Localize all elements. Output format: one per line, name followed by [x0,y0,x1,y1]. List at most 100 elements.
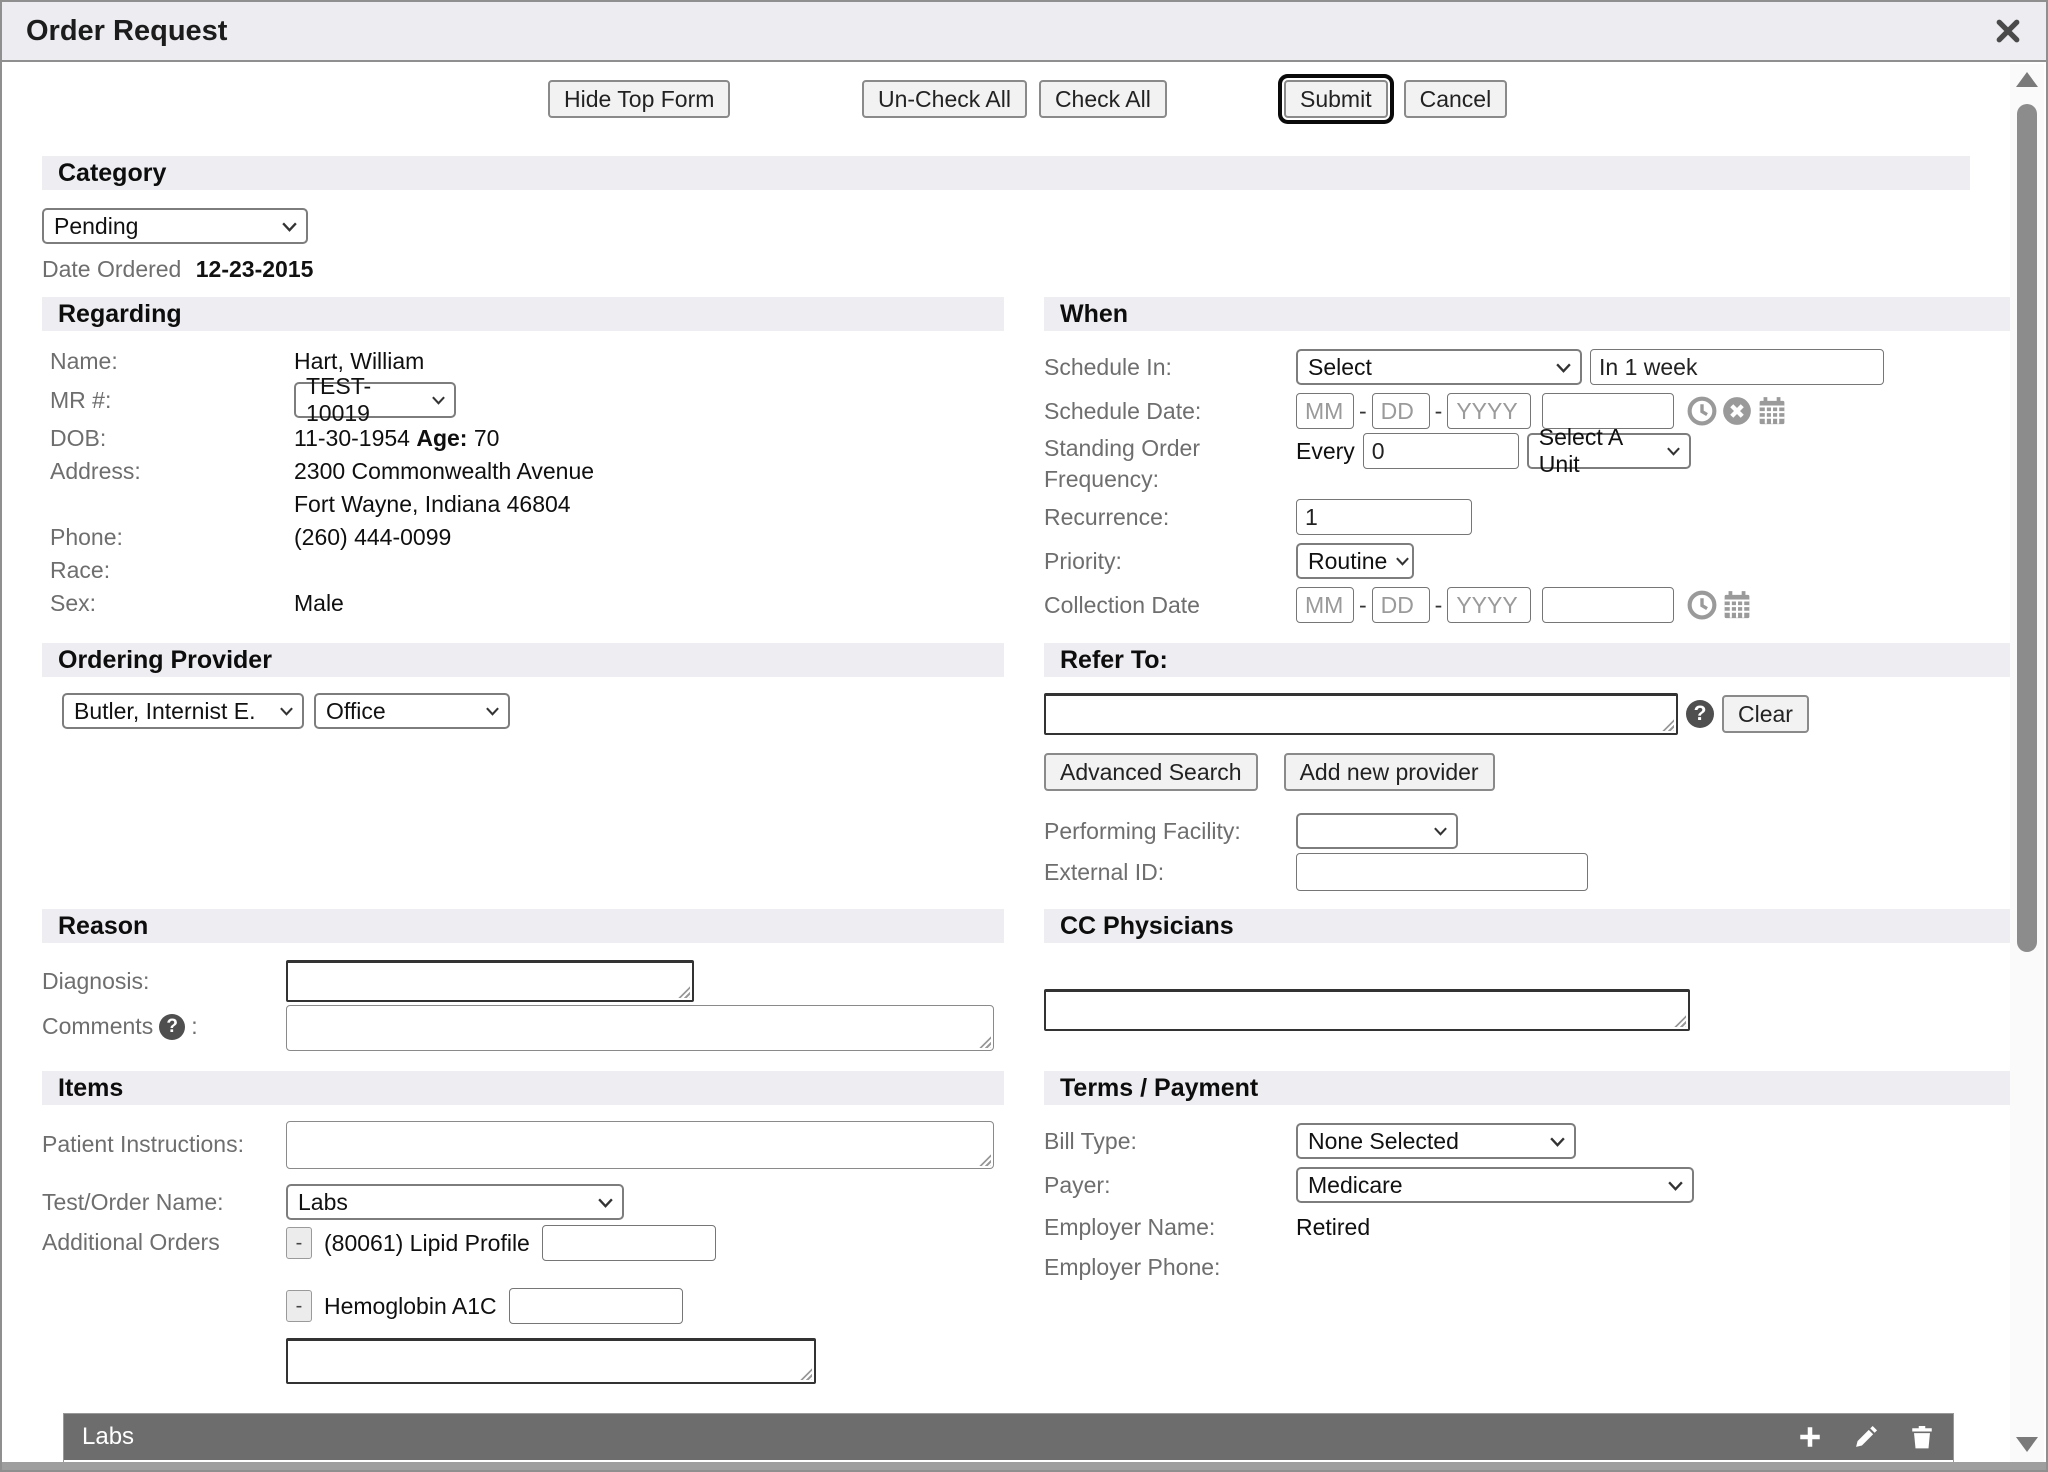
order-qty-input[interactable] [509,1288,683,1324]
hide-top-form-button[interactable]: Hide Top Form [548,80,730,118]
sex-label: Sex: [50,590,294,617]
trash-icon[interactable] [1909,1424,1935,1450]
schedule-in-text-input[interactable] [1590,349,1884,385]
payer-select[interactable]: Medicare [1296,1167,1694,1203]
date-separator: - [1359,592,1367,619]
collection-date-group: - - [1296,587,1752,623]
scroll-up-icon[interactable] [2016,72,2038,87]
refer-to-input[interactable] [1044,693,1678,735]
order-qty-input[interactable] [542,1225,716,1261]
category-select[interactable]: Pending [42,208,308,244]
clock-icon[interactable] [1687,590,1717,620]
pencil-icon[interactable] [1853,1424,1879,1450]
help-icon[interactable]: ? [159,1014,185,1040]
category-section: Category Pending Date Ordered 12-23-2015 [2,156,2010,283]
comments-textarea[interactable] [286,1005,994,1051]
external-id-input[interactable] [1296,853,1588,891]
collection-date-time-input[interactable] [1542,587,1674,623]
every-input[interactable] [1363,433,1519,469]
collection-date-label: Collection Date [1044,592,1296,619]
chevron-down-icon [281,221,298,232]
labs-panel-title: Labs [82,1423,134,1451]
unit-value: Select A Unit [1539,424,1658,478]
name-label: Name: [50,348,294,375]
cancel-button[interactable]: Cancel [1404,80,1508,118]
items-header: Items [42,1071,1004,1105]
chevron-down-icon [597,1197,614,1208]
calendar-icon[interactable] [1722,590,1752,620]
chevron-down-icon [431,395,446,405]
collection-date-mm-input[interactable] [1296,587,1354,623]
scroll-down-icon[interactable] [2016,1437,2038,1452]
schedule-in-select[interactable]: Select [1296,349,1582,385]
check-all-button[interactable]: Check All [1039,80,1167,118]
reason-section: Reason Diagnosis: Comments?: [42,909,1004,1055]
phone-label: Phone: [50,524,294,551]
ordering-provider-select[interactable]: Butler, Internist E. [62,693,304,729]
order-name: Hemoglobin A1C [324,1293,497,1320]
unit-select[interactable]: Select A Unit [1527,433,1691,469]
regarding-header: Regarding [42,297,1004,331]
form-scroll-area: Hide Top Form Un-Check All Check All Sub… [2,64,2010,1462]
priority-label: Priority: [1044,548,1296,575]
sex-value: Male [294,590,344,617]
patient-name: Hart, William [294,348,424,375]
test-order-value: Labs [298,1189,348,1216]
patient-instructions-textarea[interactable] [286,1121,994,1169]
dob-label: DOB: [50,425,294,452]
bill-type-value: None Selected [1308,1128,1459,1155]
calendar-icon[interactable] [1757,396,1787,426]
chevron-down-icon [1395,556,1410,566]
terms-payment-section: Terms / Payment Bill Type: None Selected… [1044,1071,2010,1389]
priority-value: Routine [1308,548,1387,575]
schedule-in-label: Schedule In: [1044,354,1296,381]
clear-date-icon[interactable] [1722,396,1752,426]
mr-number-select[interactable]: TEST-10019 [294,382,456,418]
cc-physicians-input[interactable] [1044,989,1690,1031]
terms-payment-header: Terms / Payment [1044,1071,2010,1105]
payer-label: Payer: [1044,1172,1296,1199]
test-order-select[interactable]: Labs [286,1184,624,1220]
toolbar: Hide Top Form Un-Check All Check All Sub… [2,64,2010,156]
bottom-edge-bar [2,1462,2046,1470]
performing-facility-label: Performing Facility: [1044,818,1296,845]
diagnosis-label: Diagnosis: [42,968,286,995]
diagnosis-input[interactable] [286,960,694,1002]
submit-button[interactable]: Submit [1284,80,1388,118]
clock-icon[interactable] [1687,396,1717,426]
when-header: When [1044,297,2010,331]
clear-button[interactable]: Clear [1722,695,1809,733]
provider-location-select[interactable]: Office [314,693,510,729]
schedule-date-dd-input[interactable] [1372,393,1430,429]
priority-select[interactable]: Routine [1296,543,1414,579]
schedule-date-mm-input[interactable] [1296,393,1354,429]
chevron-down-icon [1666,446,1681,456]
uncheck-all-button[interactable]: Un-Check All [862,80,1027,118]
external-id-label: External ID: [1044,859,1296,886]
collection-date-yyyy-input[interactable] [1447,587,1531,623]
add-item-icon[interactable] [1797,1424,1823,1450]
close-button[interactable] [1994,17,2022,45]
labs-panel: Labs Blood [63,1413,1954,1462]
collection-date-dd-input[interactable] [1372,587,1430,623]
order-request-dialog: Order Request Hide Top Form Un-Check All… [0,0,2048,1472]
help-icon[interactable]: ? [1686,700,1714,728]
advanced-search-button[interactable]: Advanced Search [1044,753,1258,791]
title-bar: Order Request [2,2,2046,62]
remove-order-button[interactable]: - [286,1227,312,1259]
recurrence-input[interactable] [1296,499,1472,535]
performing-facility-select[interactable] [1296,813,1458,849]
employer-name-value: Retired [1296,1214,1370,1241]
schedule-in-value: Select [1308,354,1372,381]
add-new-provider-button[interactable]: Add new provider [1284,753,1495,791]
mr-number-value: TEST-10019 [306,373,423,427]
remove-order-button[interactable]: - [286,1290,312,1322]
labs-panel-header: Labs [64,1414,1953,1460]
bill-type-select[interactable]: None Selected [1296,1123,1576,1159]
additional-order-search-input[interactable] [286,1338,816,1384]
scrollbar-thumb[interactable] [2017,104,2037,952]
date-ordered-label: Date Ordered [42,256,181,282]
schedule-date-yyyy-input[interactable] [1447,393,1531,429]
when-section: When Schedule In: Select Schedule Date: [1044,297,2010,627]
chevron-down-icon [1433,826,1448,836]
